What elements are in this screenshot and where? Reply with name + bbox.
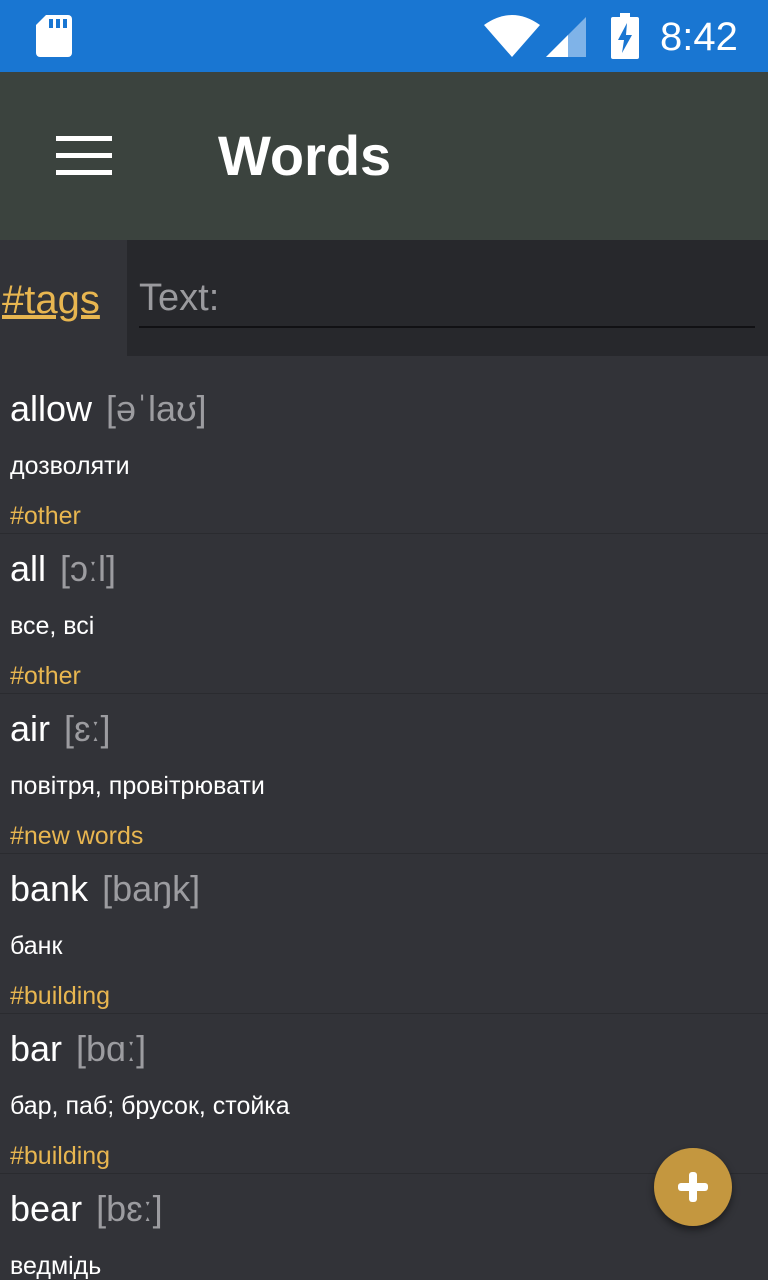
sd-card-icon bbox=[36, 15, 72, 57]
list-item[interactable]: all [ɔːl] все, всі #other bbox=[0, 534, 768, 694]
page-title: Words bbox=[218, 124, 392, 187]
word-heading: allow [əˈlaʊ] bbox=[10, 388, 207, 430]
battery-charging-icon bbox=[611, 13, 639, 59]
word-tag: #building bbox=[10, 982, 111, 1010]
word-translation: все, всі bbox=[10, 612, 95, 640]
word-tag: #other bbox=[10, 662, 81, 690]
word-text: air bbox=[10, 708, 51, 749]
word-transcription: [baŋk] bbox=[102, 868, 201, 909]
word-heading: all [ɔːl] bbox=[10, 548, 116, 590]
word-transcription: [ɛː] bbox=[64, 708, 111, 749]
word-heading: bank [baŋk] bbox=[10, 868, 200, 910]
filter-bar: #tags bbox=[0, 240, 768, 356]
word-transcription: [bɛː] bbox=[96, 1188, 163, 1229]
word-text: bar bbox=[10, 1028, 63, 1069]
tags-filter-link[interactable]: #tags bbox=[2, 276, 100, 324]
word-text: bear bbox=[10, 1188, 83, 1229]
text-filter-container bbox=[127, 240, 768, 356]
list-item[interactable]: air [ɛː] повітря, провітрювати #new words bbox=[0, 694, 768, 854]
word-heading: air [ɛː] bbox=[10, 708, 111, 750]
word-heading: bear [bɛː] bbox=[10, 1188, 163, 1230]
word-tag: #building bbox=[10, 1142, 111, 1170]
word-translation: бар, паб; брусок, стойка bbox=[10, 1092, 290, 1120]
word-text: allow bbox=[10, 388, 93, 429]
status-time: 8:42 bbox=[660, 15, 738, 59]
word-tag: #new words bbox=[10, 822, 144, 850]
word-translation: повітря, провітрювати bbox=[10, 772, 265, 800]
word-transcription: [bɑː] bbox=[76, 1028, 147, 1069]
cell-signal-icon bbox=[546, 17, 586, 57]
word-transcription: [əˈlaʊ] bbox=[106, 388, 207, 429]
app-bar: Words bbox=[0, 72, 768, 240]
word-text: all bbox=[10, 548, 47, 589]
word-text: bank bbox=[10, 868, 89, 909]
list-item[interactable]: bank [baŋk] банк #building bbox=[0, 854, 768, 1014]
word-transcription: [ɔːl] bbox=[60, 548, 117, 589]
word-list: allow [əˈlaʊ] дозволяти #other all [ɔːl] в… bbox=[0, 374, 768, 1280]
word-heading: bar [bɑː] bbox=[10, 1028, 146, 1070]
list-item[interactable]: allow [əˈlaʊ] дозволяти #other bbox=[0, 374, 768, 534]
word-translation: дозволяти bbox=[10, 452, 130, 480]
word-translation: ведмідь bbox=[10, 1252, 102, 1280]
word-tag: #other bbox=[10, 502, 81, 530]
status-bar: 8:42 bbox=[0, 0, 768, 72]
add-word-button[interactable] bbox=[654, 1148, 732, 1226]
word-translation: банк bbox=[10, 932, 63, 960]
hamburger-menu-icon[interactable] bbox=[40, 116, 128, 196]
list-item[interactable]: bear [bɛː] ведмідь bbox=[0, 1174, 768, 1280]
wifi-icon bbox=[484, 15, 540, 57]
list-item[interactable]: bar [bɑː] бар, паб; брусок, стойка #build… bbox=[0, 1014, 768, 1174]
text-filter-input[interactable] bbox=[139, 270, 755, 328]
